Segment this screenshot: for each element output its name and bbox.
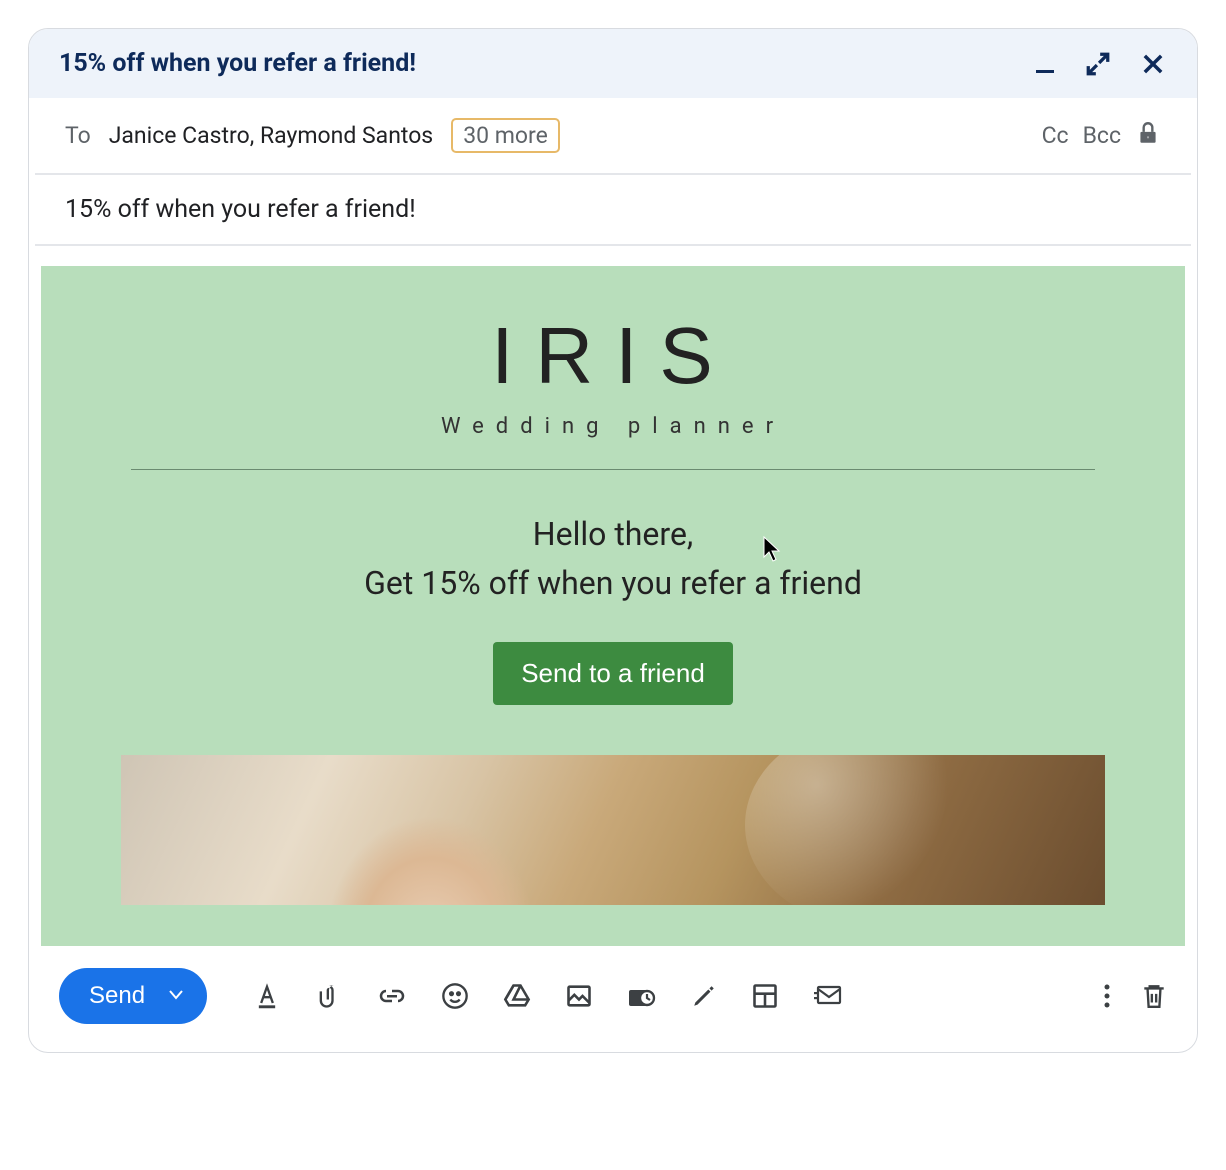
- minimize-icon[interactable]: [1033, 52, 1057, 76]
- attach-icon[interactable]: [315, 982, 343, 1010]
- brand-tagline: Wedding planner: [41, 414, 1185, 439]
- compose-title: 15% off when you refer a friend!: [59, 49, 416, 78]
- send-button[interactable]: Send: [59, 968, 207, 1024]
- email-body[interactable]: IRIS Wedding planner Hello there, Get 15…: [35, 246, 1191, 946]
- greeting-line-1: Hello there,: [41, 510, 1185, 558]
- mail-icon[interactable]: [813, 983, 843, 1009]
- emoji-icon[interactable]: [441, 982, 469, 1010]
- layout-icon[interactable]: [751, 982, 779, 1010]
- lock-icon[interactable]: [1135, 120, 1161, 152]
- send-dropdown-caret-icon[interactable]: [169, 989, 183, 1003]
- link-icon[interactable]: [377, 985, 407, 1007]
- to-right-controls: Cc Bcc: [1042, 120, 1161, 152]
- compose-window: 15% off when you refer a friend! To Jani…: [28, 28, 1198, 1053]
- recipient-chips[interactable]: Janice Castro, Raymond Santos: [109, 122, 433, 149]
- drive-icon[interactable]: [503, 982, 531, 1010]
- confidential-icon[interactable]: [627, 982, 657, 1010]
- toolbar-right: [1103, 982, 1167, 1010]
- cta-button[interactable]: Send to a friend: [493, 642, 733, 705]
- email-template: IRIS Wedding planner Hello there, Get 15…: [41, 266, 1185, 946]
- more-icon[interactable]: [1103, 983, 1111, 1009]
- pen-icon[interactable]: [691, 983, 717, 1009]
- cursor-icon: [761, 536, 783, 568]
- expand-icon[interactable]: [1085, 51, 1111, 77]
- cc-button[interactable]: Cc: [1042, 122, 1069, 149]
- close-icon[interactable]: [1139, 50, 1167, 78]
- compose-header: 15% off when you refer a friend!: [29, 29, 1197, 98]
- to-row: To Janice Castro, Raymond Santos 30 more…: [35, 98, 1191, 175]
- format-text-icon[interactable]: [253, 982, 281, 1010]
- brand-logo: IRIS: [41, 316, 1185, 396]
- to-label: To: [65, 122, 91, 149]
- greeting-line-2: Get 15% off when you refer a friend: [41, 564, 1185, 602]
- window-controls: [1033, 50, 1167, 78]
- trash-icon[interactable]: [1141, 982, 1167, 1010]
- compose-toolbar: Send: [29, 946, 1197, 1052]
- subject-field[interactable]: 15% off when you refer a friend!: [35, 175, 1191, 246]
- image-icon[interactable]: [565, 982, 593, 1010]
- template-image: [121, 755, 1105, 905]
- formatting-tools: [253, 982, 843, 1010]
- more-recipients-badge[interactable]: 30 more: [451, 118, 560, 153]
- bcc-button[interactable]: Bcc: [1083, 122, 1121, 149]
- send-button-label: Send: [89, 982, 145, 1010]
- divider: [131, 469, 1095, 470]
